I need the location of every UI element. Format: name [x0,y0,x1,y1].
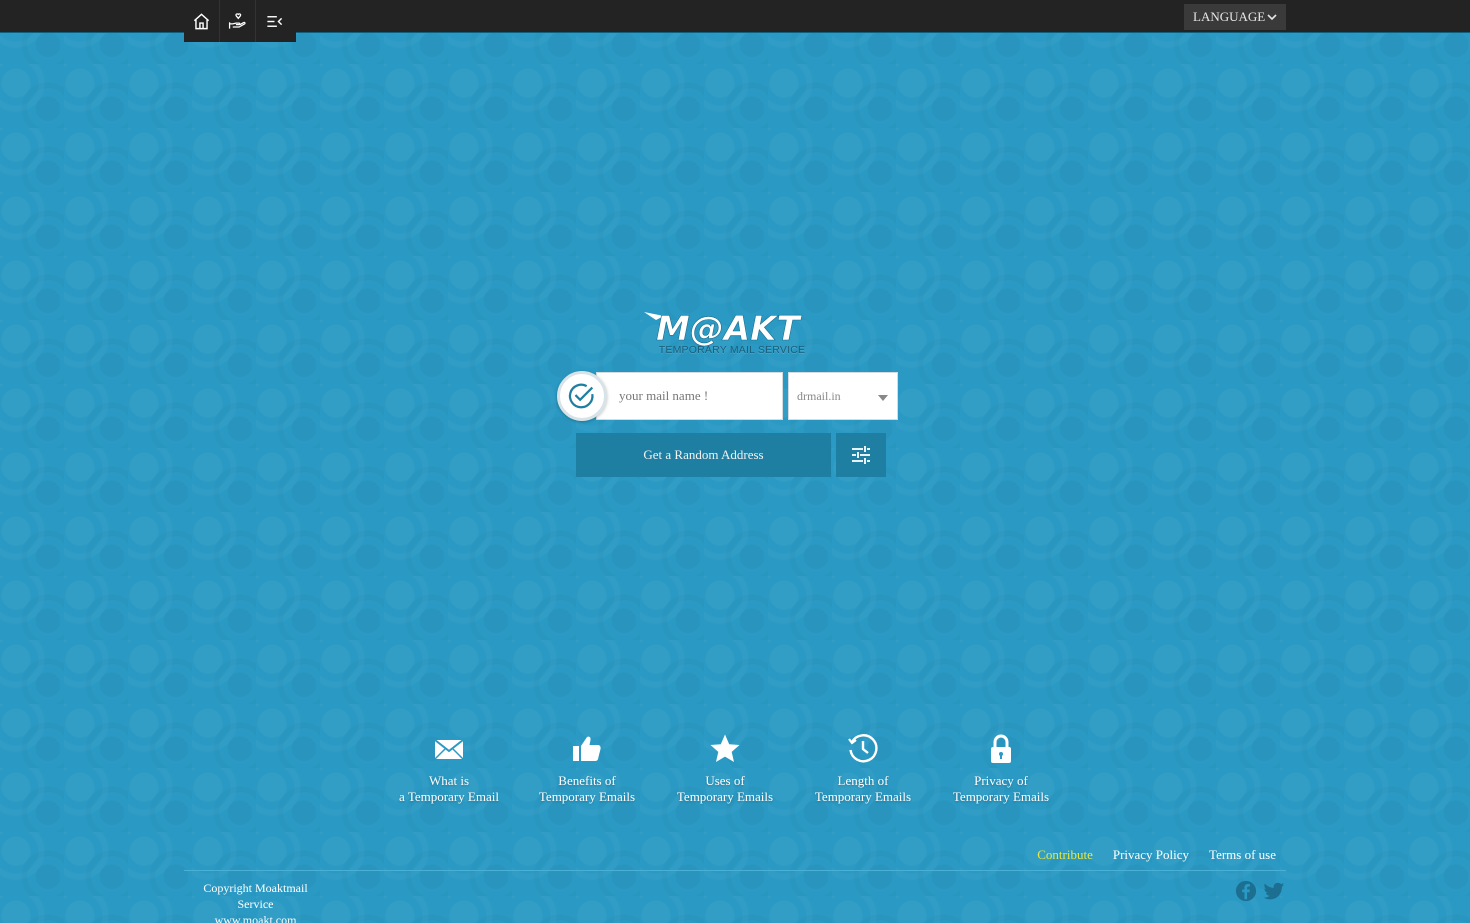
social-links [1235,880,1285,902]
sliders-icon [852,446,870,464]
feature-line2: Temporary Emails [676,789,774,804]
twitter-icon[interactable] [1263,880,1285,902]
feature-line2: a Temporary Email [399,789,499,804]
feature-what-is[interactable]: What is a Temporary Email [380,733,518,805]
feature-line2: Temporary Emails [538,789,636,804]
check-badge [557,371,607,421]
caret-down-icon [878,395,888,401]
facebook-icon[interactable] [1235,880,1257,902]
feature-line1: Benefits of [558,773,616,788]
menu-collapse-icon [266,15,282,27]
settings-button[interactable] [836,433,886,477]
privacy-policy-link[interactable]: Privacy Policy [1113,847,1189,863]
logo-wordmark: M@AKT [656,309,802,349]
feature-line2: Temporary Emails [952,789,1050,804]
feature-length[interactable]: Length of Temporary Emails [794,733,932,805]
feature-line2: Temporary Emails [814,789,912,804]
footer-links: Contribute Privacy Policy Terms of use [1017,847,1276,863]
copyright-text: Copyright Moaktmail Service [203,881,308,911]
feature-line1: Length of [837,773,889,788]
feature-benefits[interactable]: Benefits of Temporary Emails [518,733,656,805]
feature-line1: What is [428,773,470,788]
feature-line1: Uses of [705,773,745,788]
feature-uses[interactable]: Uses of Temporary Emails [656,733,794,805]
mail-name-input[interactable] [596,372,783,420]
terms-of-use-link[interactable]: Terms of use [1209,847,1276,863]
domain-selected-value: drmail.in [797,388,841,403]
check-circle-icon [568,383,594,409]
feature-links: What is a Temporary Email Benefits of Te… [0,733,1470,813]
home-icon [193,12,210,29]
star-icon [710,734,740,762]
envelope-icon [434,739,464,760]
top-nav [184,0,296,42]
site-url: www.moakt.com [214,913,297,923]
footer-divider [184,870,1286,871]
chevron-down-icon [1267,14,1277,21]
language-label: LANGUAGE [1193,9,1266,24]
donate-button[interactable] [220,0,256,42]
feature-line1: Privacy of [974,773,1028,788]
copyright: Copyright Moaktmail Service www.moakt.co… [184,880,327,923]
random-address-button[interactable]: Get a Random Address [576,433,831,477]
lock-icon [991,734,1011,763]
contribute-link[interactable]: Contribute [1037,847,1093,863]
domain-select[interactable]: drmail.in [788,372,898,420]
thumbs-up-icon [573,736,601,761]
donate-icon [228,12,246,29]
feature-privacy[interactable]: Privacy of Temporary Emails [932,733,1070,805]
history-clock-icon [848,734,878,763]
language-dropdown[interactable]: LANGUAGE [1184,4,1286,30]
menu-toggle-button[interactable] [256,0,292,42]
logo-subtitle: TEMPORARY MAIL SERVICE [658,344,806,356]
home-button[interactable] [184,0,220,42]
